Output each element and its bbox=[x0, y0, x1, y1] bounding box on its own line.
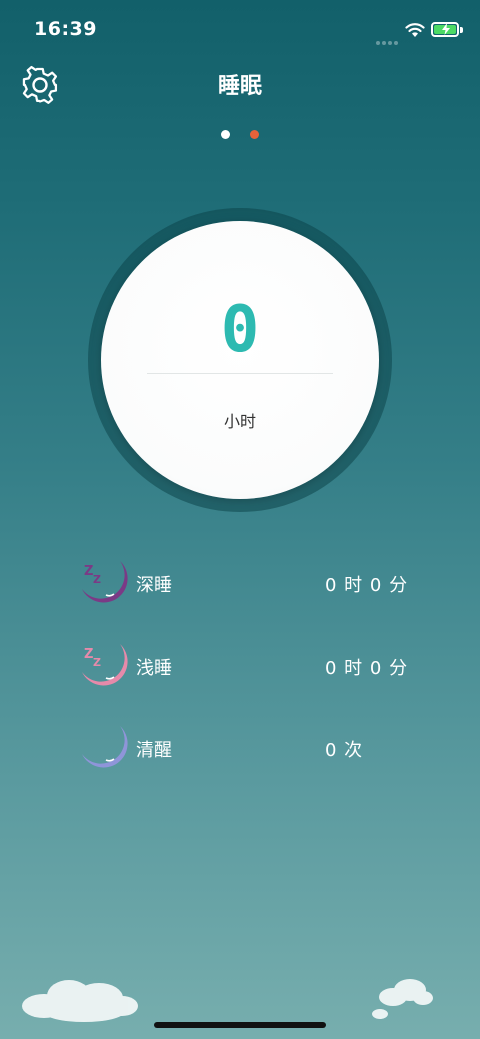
deep-sleep-value: 0 时 0 分 bbox=[325, 575, 409, 596]
light-sleep-row: Z Z 浅睡 0 时 0 分 bbox=[76, 638, 416, 694]
charging-bolt-icon bbox=[442, 23, 450, 35]
awake-value: 0 次 bbox=[325, 740, 364, 761]
deep-sleep-moon-icon: Z Z bbox=[82, 561, 128, 603]
status-bar: 16:39 bbox=[0, 0, 480, 60]
page-dot-2[interactable] bbox=[249, 130, 259, 139]
awake-label: 清醒 bbox=[136, 740, 172, 761]
battery-tip bbox=[460, 27, 463, 33]
svg-text:Z: Z bbox=[93, 656, 101, 669]
dial-divider bbox=[147, 373, 333, 374]
page-indicator bbox=[0, 124, 480, 139]
battery-icon bbox=[431, 22, 459, 37]
light-sleep-value: 0 时 0 分 bbox=[325, 658, 409, 679]
light-sleep-label: 浅睡 bbox=[136, 658, 172, 679]
sleep-hours-value: 0 bbox=[220, 293, 260, 367]
cloud-decoration-right bbox=[372, 979, 433, 1019]
awake-row: 清醒 0 次 bbox=[76, 720, 416, 776]
sleep-hours-dial: 0 小时 bbox=[101, 221, 379, 499]
page-dot-1[interactable] bbox=[221, 130, 231, 139]
svg-text:Z: Z bbox=[93, 573, 101, 586]
home-indicator[interactable] bbox=[154, 1022, 326, 1028]
wifi-icon bbox=[405, 23, 425, 37]
cloud-decoration-left bbox=[22, 980, 138, 1022]
awake-moon-icon bbox=[82, 726, 128, 768]
page-title: 睡眠 bbox=[217, 74, 262, 99]
sleep-hours-unit: 小时 bbox=[223, 412, 256, 431]
light-sleep-moon-icon: Z Z bbox=[82, 644, 128, 686]
deep-sleep-label: 深睡 bbox=[136, 575, 172, 596]
cellular-signal-icon bbox=[376, 30, 400, 45]
deep-sleep-row: Z Z 深睡 0 时 0 分 bbox=[76, 555, 416, 611]
status-time: 16:39 bbox=[34, 18, 97, 40]
